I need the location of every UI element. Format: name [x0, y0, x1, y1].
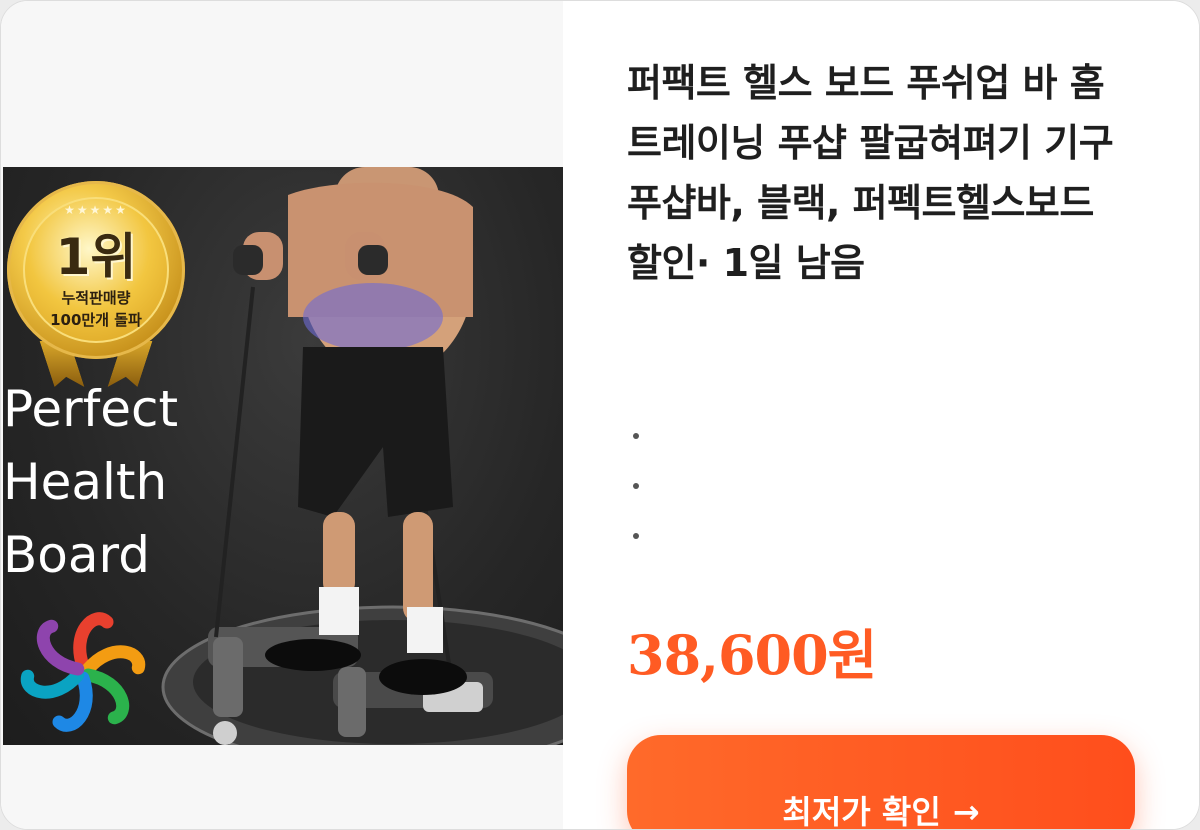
medal-sales-label: 누적판매량	[61, 289, 131, 307]
feature-item	[633, 511, 639, 561]
medal-sales-count: 100만개 돌파	[50, 311, 142, 329]
check-lowest-price-button[interactable]: 최저가 확인 →	[627, 735, 1135, 830]
product-price: 38,600원	[627, 623, 877, 687]
brand-name: Perfect Health Board	[3, 373, 178, 592]
brand-line: Health	[3, 453, 168, 511]
product-info: 퍼팩트 헬스 보드 푸쉬업 바 홈트레이닝 푸샵 팔굽혀펴기 기구 푸샵바, 블…	[563, 1, 1199, 830]
product-media: ★★★★★ 1위 누적판매량 100만개 돌파 Perfect Health B…	[1, 1, 563, 829]
product-image[interactable]: ★★★★★ 1위 누적판매량 100만개 돌파 Perfect Health B…	[3, 167, 563, 745]
arrow-right-icon: →	[952, 793, 980, 830]
brand-line: Board	[3, 526, 150, 584]
product-card: ★★★★★ 1위 누적판매량 100만개 돌파 Perfect Health B…	[0, 0, 1200, 830]
flower-logo-icon	[20, 612, 146, 732]
feature-item	[633, 411, 639, 461]
product-title[interactable]: 퍼팩트 헬스 보드 푸쉬업 바 홈트레이닝 푸샵 팔굽혀펴기 기구 푸샵바, 블…	[627, 53, 1127, 293]
brand-line: Perfect	[3, 380, 179, 438]
bestseller-badge: ★★★★★ 1위 누적판매량 100만개 돌파	[7, 181, 187, 391]
bullet-icon	[633, 533, 639, 539]
bullet-icon	[633, 483, 639, 489]
medal-stars: ★★★★★	[64, 203, 128, 217]
cta-label: 최저가 확인	[782, 793, 941, 830]
medal-rank: 1위	[55, 228, 137, 286]
feature-item	[633, 461, 639, 511]
bullet-icon	[633, 433, 639, 439]
feature-list	[633, 411, 639, 561]
